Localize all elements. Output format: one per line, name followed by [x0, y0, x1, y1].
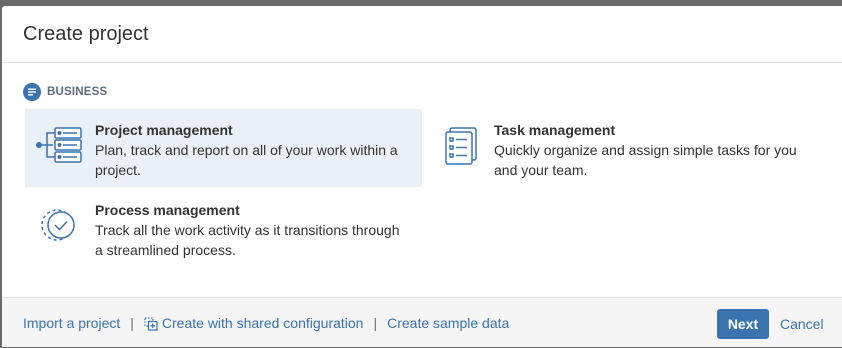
cancel-button[interactable]: Cancel: [780, 309, 824, 339]
footer-links: Import a project | Create with shared co…: [23, 298, 509, 348]
shared-configuration-label: Create with shared configuration: [161, 314, 364, 331]
task-management-icon: [432, 123, 484, 167]
option-task-management[interactable]: Task management Quickly organize and ass…: [424, 109, 821, 187]
option-project-management[interactable]: Project management Plan, track and repor…: [25, 109, 422, 187]
option-title: Task management: [494, 122, 616, 138]
section-header-business: BUSINESS: [23, 83, 107, 101]
separator: |: [130, 315, 134, 331]
create-shared-configuration-link[interactable]: Create with shared configuration: [144, 314, 364, 331]
dialog-header: Create project: [2, 6, 842, 63]
import-project-link[interactable]: Import a project: [23, 315, 120, 331]
option-process-management[interactable]: Process management Track all the work ac…: [25, 189, 422, 267]
process-management-icon: [33, 203, 85, 247]
dialog-footer: Import a project | Create with shared co…: [2, 297, 842, 347]
project-management-icon: [33, 123, 85, 167]
list-icon: [23, 83, 41, 101]
option-description: Plan, track and report on all of your wo…: [95, 142, 398, 178]
create-project-dialog: Create project BUSINESS Project manageme…: [2, 6, 842, 347]
next-button[interactable]: Next: [717, 309, 769, 339]
section-label: BUSINESS: [47, 86, 108, 98]
option-title: Process management: [95, 202, 240, 218]
dialog-title: Create project: [23, 22, 149, 45]
create-sample-data-link[interactable]: Create sample data: [387, 315, 509, 331]
separator: |: [373, 315, 378, 331]
option-title: Project management: [95, 122, 233, 138]
option-description: Quickly organize and assign simple tasks…: [494, 142, 797, 178]
shared-configuration-icon: [144, 317, 158, 331]
option-description: Track all the work activity as it transi…: [95, 222, 400, 258]
